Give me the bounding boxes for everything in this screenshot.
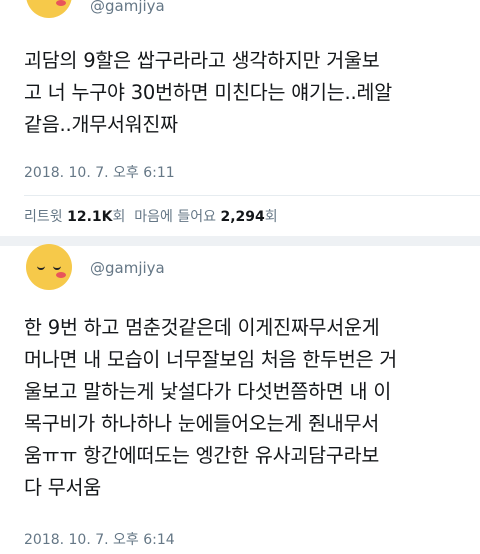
tweet-timestamp[interactable]: 2018. 10. 7. 오후 6:11 — [24, 162, 175, 182]
avatar[interactable] — [26, 244, 72, 290]
tweet-timestamp[interactable]: 2018. 10. 7. 오후 6:14 — [24, 529, 175, 549]
retweet-label: 리트윗 — [24, 209, 63, 225]
tweet-handle[interactable]: @gamjiya — [90, 259, 165, 277]
avatar-eye-left — [37, 264, 45, 270]
tweet-1: @gamjiya 괴담의 9할은 쌉구라라고 생각하지만 거울보 고 너 누구야… — [0, 0, 480, 236]
like-count[interactable]: 2,294 — [220, 209, 264, 225]
avatar-cheek — [56, 272, 66, 278]
tweet-text: 괴담의 9할은 쌉구라라고 생각하지만 거울보 고 너 누구야 30번하면 미친… — [24, 49, 392, 136]
like-label: 마음에 들어요 — [134, 209, 217, 225]
avatar-cheek — [56, 0, 66, 6]
tweet-handle[interactable]: @gamjiya — [90, 0, 165, 15]
divider — [24, 195, 480, 196]
tweet-stats: 리트윗 12.1K회 마음에 들어요 2,294회 — [24, 206, 278, 226]
tweet-text: 한 9번 하고 멈춘것같은데 이게진짜무서운게 머나면 내 모습이 너무잘보임 … — [24, 316, 398, 499]
tweet-separator — [0, 236, 480, 246]
retweet-unit: 회 — [112, 209, 126, 225]
retweet-count[interactable]: 12.1K — [67, 209, 112, 225]
tweet-2: @gamjiya 한 9번 하고 멈춘것같은데 이게진짜무서운게 머나면 내 모… — [0, 244, 480, 554]
avatar-eye-right — [53, 264, 61, 270]
avatar[interactable] — [26, 0, 72, 18]
like-unit: 회 — [264, 209, 278, 225]
